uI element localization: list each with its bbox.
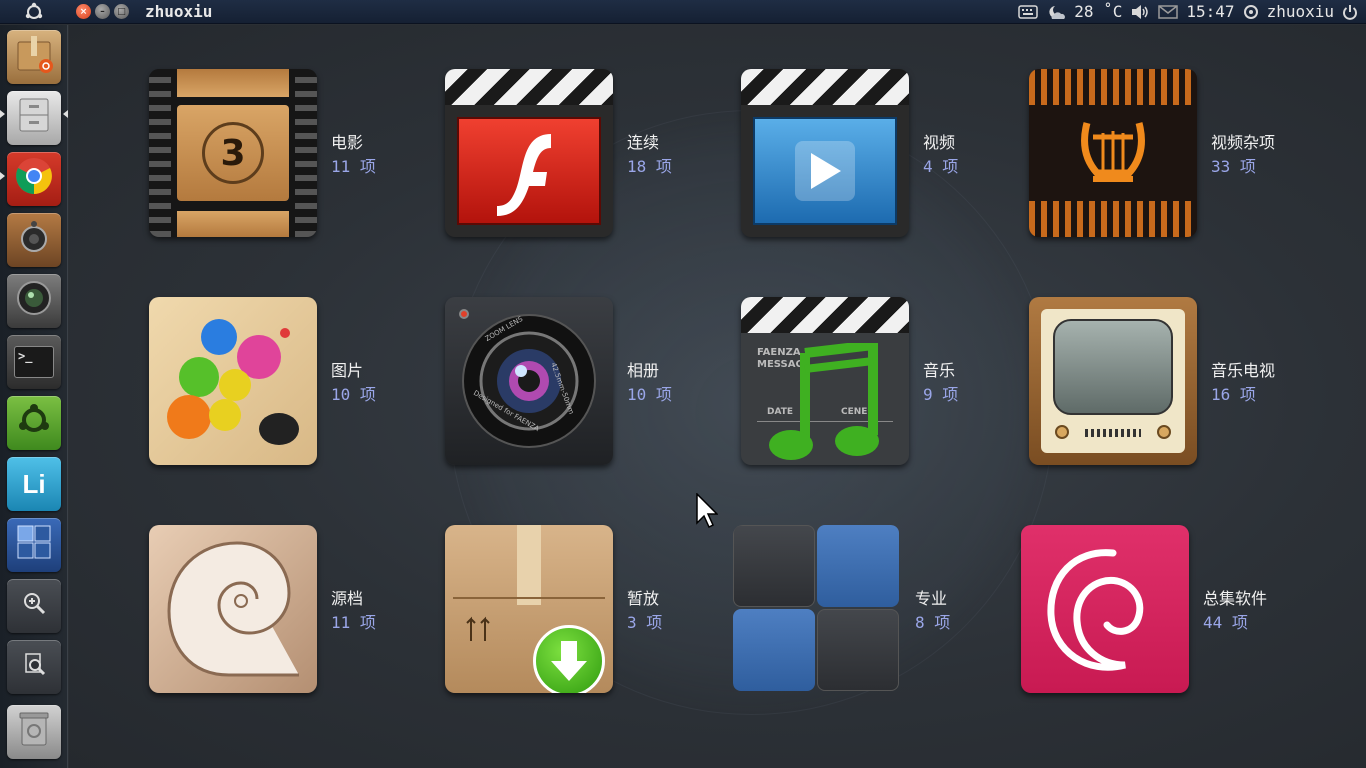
category-count: 8 项 — [915, 613, 951, 632]
window-title: zhuoxiu — [145, 2, 213, 21]
dash-area: 3 电影 11 项 连续 18 项 视频 4 项 视频杂项 33 项 图片 10… — [69, 25, 1366, 768]
category-count: 11 项 — [331, 157, 376, 176]
software-center-icon — [12, 32, 56, 83]
launcher-chrome[interactable] — [7, 152, 61, 206]
category-count: 11 项 — [331, 613, 376, 632]
category-label: 专业 — [915, 589, 948, 608]
category-count: 10 项 — [627, 385, 672, 404]
trash-icon — [16, 709, 52, 756]
speaker-box-icon — [14, 217, 54, 264]
category-label: 音乐 — [923, 361, 956, 380]
power-icon[interactable] — [1342, 4, 1358, 20]
launcher-lingoes[interactable]: Li — [7, 457, 61, 511]
package-download-icon — [445, 525, 613, 693]
terminal-icon: >_ — [14, 346, 54, 378]
debian-swirl-icon — [1021, 525, 1189, 693]
window-controls: × – □ — [76, 4, 129, 19]
category-count: 33 项 — [1211, 157, 1256, 176]
nautilus-shell-icon — [149, 525, 317, 693]
running-indicator — [0, 110, 5, 118]
category-label: 视频杂项 — [1211, 133, 1276, 152]
workspaces-icon — [14, 522, 54, 569]
category-count: 16 项 — [1211, 385, 1256, 404]
ubuntu-logo-icon[interactable] — [0, 0, 68, 24]
category-label: 连续 — [627, 133, 660, 152]
launcher-files[interactable] — [7, 91, 61, 145]
file-search-icon — [20, 650, 48, 685]
launcher-speaker-app[interactable] — [7, 213, 61, 267]
minimize-button[interactable]: – — [95, 4, 110, 19]
lingoes-icon: Li — [22, 468, 46, 499]
temperature-readout[interactable]: 28 ˚C — [1074, 2, 1122, 21]
user-switch-icon[interactable] — [1243, 4, 1259, 20]
mouse-cursor-icon — [696, 493, 718, 529]
category-count: 10 项 — [331, 385, 376, 404]
focused-indicator — [63, 110, 68, 118]
launcher-software-center[interactable] — [7, 30, 61, 84]
category-label: 暂放 — [627, 589, 660, 608]
launcher-workspace-switcher[interactable] — [7, 518, 61, 572]
envelope-icon[interactable] — [1158, 4, 1179, 19]
launcher-trash[interactable] — [7, 705, 61, 759]
video-clapper-icon — [741, 69, 909, 237]
film-countdown-icon: 3 — [149, 69, 317, 237]
category-label: 音乐电视 — [1211, 361, 1276, 380]
keyboard-icon[interactable] — [1018, 4, 1038, 19]
weather-night-icon[interactable] — [1046, 4, 1066, 20]
paint-palette-icon — [149, 297, 317, 465]
zoom-in-icon — [20, 589, 48, 624]
category-label: 相册 — [627, 361, 660, 380]
launcher-camera-app[interactable] — [7, 274, 61, 328]
category-count: 3 项 — [627, 613, 663, 632]
speaker-icon[interactable] — [1130, 4, 1150, 20]
category-count: 18 项 — [627, 157, 672, 176]
lyre-icon — [1029, 69, 1197, 237]
category-label: 电影 — [331, 133, 364, 152]
running-indicator — [0, 172, 5, 180]
launcher-dash-apps[interactable] — [7, 579, 61, 633]
webcam-icon — [14, 278, 54, 325]
launcher-dash-files[interactable] — [7, 640, 61, 694]
launcher-terminal[interactable]: >_ — [7, 335, 61, 389]
launcher-ubuntu-one[interactable] — [7, 396, 61, 450]
music-clapper-icon: FAENZA S MESSAGE DATE CENE — [741, 297, 909, 465]
retro-tv-icon — [1029, 297, 1197, 465]
category-count: 4 项 — [923, 157, 959, 176]
chrome-icon — [12, 154, 56, 205]
top-panel: × – □ zhuoxiu 28 ˚C 15:47 zhuoxiu — [0, 0, 1366, 24]
indicator-area: 28 ˚C 15:47 zhuoxiu — [1018, 2, 1366, 21]
flash-clapper-icon — [445, 69, 613, 237]
category-count: 9 项 — [923, 385, 959, 404]
category-label: 图片 — [331, 361, 364, 380]
grid-tiles-icon — [733, 525, 901, 693]
category-label: 总集软件 — [1203, 589, 1268, 608]
maximize-button[interactable]: □ — [114, 4, 129, 19]
category-label: 视频 — [923, 133, 956, 152]
file-cabinet-icon — [14, 95, 54, 142]
launcher: >_ Li — [0, 25, 68, 768]
clock[interactable]: 15:47 — [1186, 2, 1234, 21]
category-count: 44 项 — [1203, 613, 1248, 632]
username[interactable]: zhuoxiu — [1267, 2, 1334, 21]
category-label: 源档 — [331, 589, 364, 608]
close-button[interactable]: × — [76, 4, 91, 19]
camera-lens-icon: ZOOM LENS 42.5mm-50mm Designed for FAENZ… — [445, 297, 613, 465]
ubuntu-circle-icon — [14, 400, 54, 447]
